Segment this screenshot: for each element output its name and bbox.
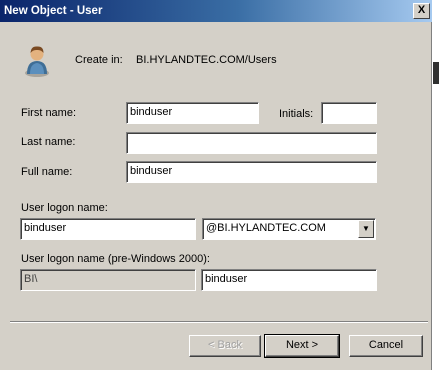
domain-select[interactable]: @BI.HYLANDTEC.COM ▼ [202, 218, 376, 240]
initials-input[interactable] [321, 102, 377, 124]
create-in-label: Create in: [75, 54, 123, 66]
close-button[interactable]: X [413, 3, 430, 19]
logon-name-label: User logon name: [21, 202, 108, 214]
background-window-strip [433, 0, 439, 370]
next-button[interactable]: Next > [264, 334, 340, 358]
window-title: New Object - User [4, 5, 103, 17]
full-name-label: Full name: [21, 166, 73, 178]
logon-name-input[interactable]: binduser [20, 218, 196, 240]
title-bar[interactable]: New Object - User X [0, 0, 432, 22]
first-name-input[interactable]: binduser [126, 102, 259, 124]
new-user-dialog: New Object - User X Create in: BI.HYLAND… [0, 0, 432, 370]
back-button[interactable]: < Back [189, 335, 261, 357]
initials-label: Initials: [279, 108, 314, 120]
separator [10, 321, 428, 323]
pre2000-logon-input[interactable]: binduser [201, 269, 377, 291]
pre2000-logon-label: User logon name (pre-Windows 2000): [21, 253, 210, 265]
user-icon [25, 46, 49, 77]
last-name-input[interactable] [126, 132, 377, 154]
full-name-input[interactable]: binduser [126, 161, 377, 183]
last-name-label: Last name: [21, 136, 76, 148]
cancel-button[interactable]: Cancel [349, 335, 423, 357]
background-window-element [433, 62, 439, 84]
pre2000-domain-field: BI\ [20, 269, 196, 291]
chevron-down-icon[interactable]: ▼ [358, 220, 374, 238]
create-in-path: BI.HYLANDTEC.COM/Users [136, 54, 277, 66]
domain-select-value: @BI.HYLANDTEC.COM [206, 222, 326, 234]
first-name-label: First name: [21, 107, 77, 119]
